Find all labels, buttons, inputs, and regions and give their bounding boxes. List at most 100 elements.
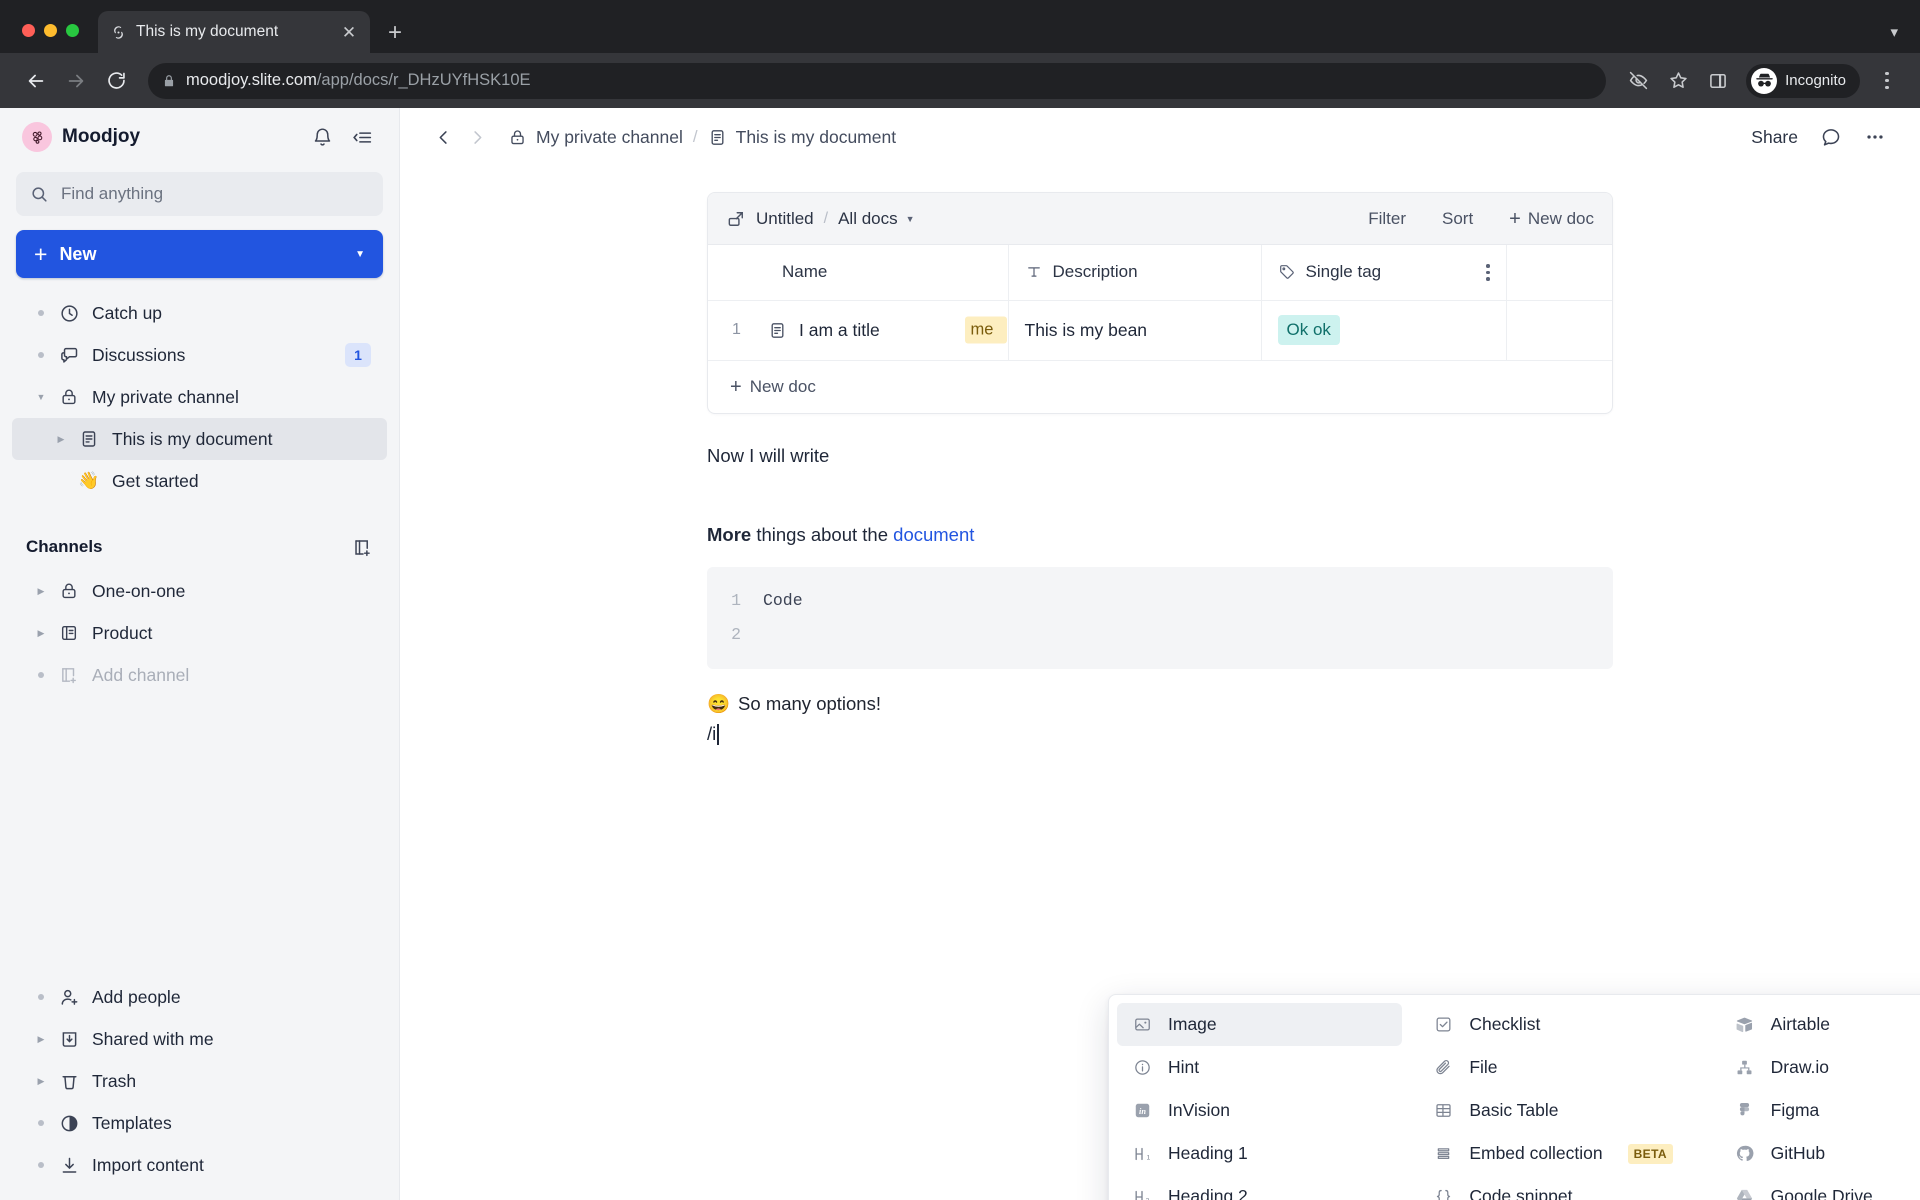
maximize-window-button[interactable]	[66, 24, 79, 37]
bullet-marker-icon	[28, 1120, 54, 1126]
bullet-marker-icon	[28, 994, 54, 1000]
slash-menu-item-embed-collection[interactable]: Embed collection BETA	[1418, 1132, 1703, 1175]
column-header-add[interactable]	[1506, 245, 1612, 301]
airtable-icon	[1734, 1015, 1756, 1034]
share-button[interactable]: Share	[1751, 127, 1798, 148]
main-panel: My private channel / This is my document…	[400, 108, 1920, 1200]
slash-menu-item-basic-table[interactable]: Basic Table	[1418, 1089, 1703, 1132]
nav-back-icon[interactable]	[426, 120, 460, 154]
collection-filter-button[interactable]: Filter	[1368, 209, 1406, 229]
chevron-down-icon[interactable]: ▾	[1890, 23, 1898, 41]
github-icon	[1734, 1144, 1756, 1163]
cell-single-tag[interactable]: Ok ok	[1261, 300, 1507, 361]
caret-right-icon[interactable]: ▶	[28, 586, 54, 597]
slash-menu-item-figma[interactable]: Figma	[1720, 1089, 1920, 1132]
more-horizontal-icon[interactable]	[1864, 126, 1886, 148]
incognito-indicator[interactable]: Incognito	[1746, 63, 1860, 98]
forward-icon[interactable]	[58, 63, 94, 99]
collection-view-name[interactable]: All docs	[838, 209, 898, 229]
caret-right-icon[interactable]: ▶	[28, 628, 54, 639]
slash-menu-item-code-snippet[interactable]: Code snippet	[1418, 1175, 1703, 1200]
new-button[interactable]: + New ▼	[16, 230, 383, 278]
document-link[interactable]: document	[893, 524, 974, 545]
slash-menu-item-hint[interactable]: Hint	[1117, 1046, 1402, 1089]
caret-right-icon[interactable]: ▶	[48, 434, 74, 445]
sidebar-item-get-started[interactable]: 👋 Get started	[12, 460, 387, 502]
table-icon	[1432, 1101, 1454, 1120]
sidebar-item-one-on-one[interactable]: ▶ One-on-one	[12, 570, 387, 612]
search-input[interactable]: Find anything	[16, 172, 383, 216]
address-bar[interactable]: moodjoy.slite.com/app/docs/r_DHzUYfHSK10…	[148, 62, 1607, 99]
close-window-button[interactable]	[22, 24, 35, 37]
slash-command-input[interactable]: /i	[707, 723, 1613, 745]
collection-table: Name Description Single tag 1 I am a tit…	[708, 245, 1612, 361]
comment-icon[interactable]	[1820, 126, 1842, 148]
collection-title[interactable]: Untitled	[756, 209, 814, 229]
caret-right-icon[interactable]: ▶	[28, 1076, 54, 1087]
sidebar-item-my-private-channel[interactable]: ▼ My private channel	[12, 376, 387, 418]
slash-command-menu[interactable]: Image Hint in InVision 1 Heading 1 Headi…	[1108, 994, 1920, 1200]
bell-icon[interactable]	[307, 122, 337, 152]
collection-new-doc-button[interactable]: + New doc	[1509, 209, 1594, 229]
collection-sort-button[interactable]: Sort	[1442, 209, 1473, 229]
bullet-marker-icon	[28, 352, 54, 358]
caret-right-icon[interactable]: ▶	[28, 1034, 54, 1045]
bullet-marker-icon	[28, 672, 54, 678]
sidebar-item-catch-up[interactable]: Catch up	[12, 292, 387, 334]
star-icon[interactable]	[1660, 63, 1696, 99]
collapse-sidebar-icon[interactable]	[347, 122, 377, 152]
slash-menu-item-google-drive[interactable]: Google Drive	[1720, 1175, 1920, 1200]
browser-menu-icon[interactable]	[1872, 71, 1902, 90]
caret-down-icon[interactable]: ▼	[906, 214, 915, 224]
chat-bubble-icon	[54, 345, 84, 366]
sidebar-item-add-channel[interactable]: Add channel	[12, 654, 387, 696]
cell-description[interactable]: me This is my bean	[964, 300, 1262, 361]
reload-icon[interactable]	[98, 63, 134, 99]
table-row[interactable]: 1 I am a title me This is my bean Ok ok	[708, 300, 1612, 361]
slash-menu-item-checklist[interactable]: Checklist	[1418, 1003, 1703, 1046]
slash-menu-item-invision[interactable]: in InVision	[1117, 1089, 1402, 1132]
cell-empty[interactable]	[1506, 300, 1612, 361]
minimize-window-button[interactable]	[44, 24, 57, 37]
sidebar-item-templates[interactable]: Templates	[12, 1102, 387, 1144]
back-icon[interactable]	[18, 63, 54, 99]
sidebar-item-discussions[interactable]: Discussions 1	[12, 334, 387, 376]
browser-tab[interactable]: This is my document ✕	[98, 11, 370, 53]
sidebar-item-shared-with-me[interactable]: ▶ Shared with me	[12, 1018, 387, 1060]
column-header-name[interactable]: Name	[708, 245, 1009, 301]
slash-menu-item-heading-1[interactable]: 1 Heading 1	[1117, 1132, 1402, 1175]
slash-menu-item-github[interactable]: GitHub	[1720, 1132, 1920, 1175]
collection-footer[interactable]: + New doc	[708, 361, 1612, 413]
collection-footer-new-doc[interactable]: + New doc	[730, 377, 816, 397]
column-header-single-tag[interactable]: Single tag	[1261, 245, 1507, 301]
paragraph-so-many-options[interactable]: 😄 So many options!	[707, 693, 1613, 715]
plus-icon: +	[1509, 207, 1521, 230]
document-scroll-area[interactable]: Untitled / All docs ▼ Filter Sort + New …	[400, 166, 1920, 1200]
sidebar-item-this-is-my-document[interactable]: ▶ This is my document	[12, 418, 387, 460]
column-header-description[interactable]: Description	[1008, 245, 1262, 301]
add-channel-icon[interactable]	[352, 537, 373, 558]
slash-menu-item-image[interactable]: Image	[1117, 1003, 1403, 1046]
cell-name[interactable]: 1 I am a title	[708, 300, 1009, 361]
slash-menu-item-file[interactable]: File	[1418, 1046, 1703, 1089]
sidebar-item-add-people[interactable]: Add people	[12, 976, 387, 1018]
eye-slash-icon[interactable]	[1620, 63, 1656, 99]
paragraph-more-things[interactable]: More things about the document	[707, 521, 1613, 549]
close-tab-icon[interactable]: ✕	[340, 24, 358, 41]
caret-down-icon[interactable]: ▼	[28, 392, 54, 402]
side-panel-icon[interactable]	[1700, 63, 1736, 99]
breadcrumb-item-document[interactable]: This is my document	[708, 127, 896, 148]
code-block[interactable]: 1 Code 2	[707, 567, 1613, 669]
sidebar-item-import-content[interactable]: Import content	[12, 1144, 387, 1186]
nav-forward-icon[interactable]	[460, 120, 494, 154]
paragraph-now-i-will-write[interactable]: Now I will write	[707, 442, 1613, 470]
sidebar-item-product[interactable]: ▶ Product	[12, 612, 387, 654]
column-menu-icon[interactable]	[1486, 264, 1490, 281]
sidebar-item-trash[interactable]: ▶ Trash	[12, 1060, 387, 1102]
slash-menu-item-airtable[interactable]: Airtable	[1720, 1003, 1920, 1046]
new-tab-icon[interactable]: +	[388, 21, 402, 45]
slash-menu-item-drawio[interactable]: Draw.io	[1720, 1046, 1920, 1089]
breadcrumb-item-channel[interactable]: My private channel	[508, 127, 683, 148]
slash-menu-item-heading-2[interactable]: 2 Heading 2	[1117, 1175, 1402, 1200]
caret-down-icon[interactable]: ▼	[355, 249, 365, 260]
